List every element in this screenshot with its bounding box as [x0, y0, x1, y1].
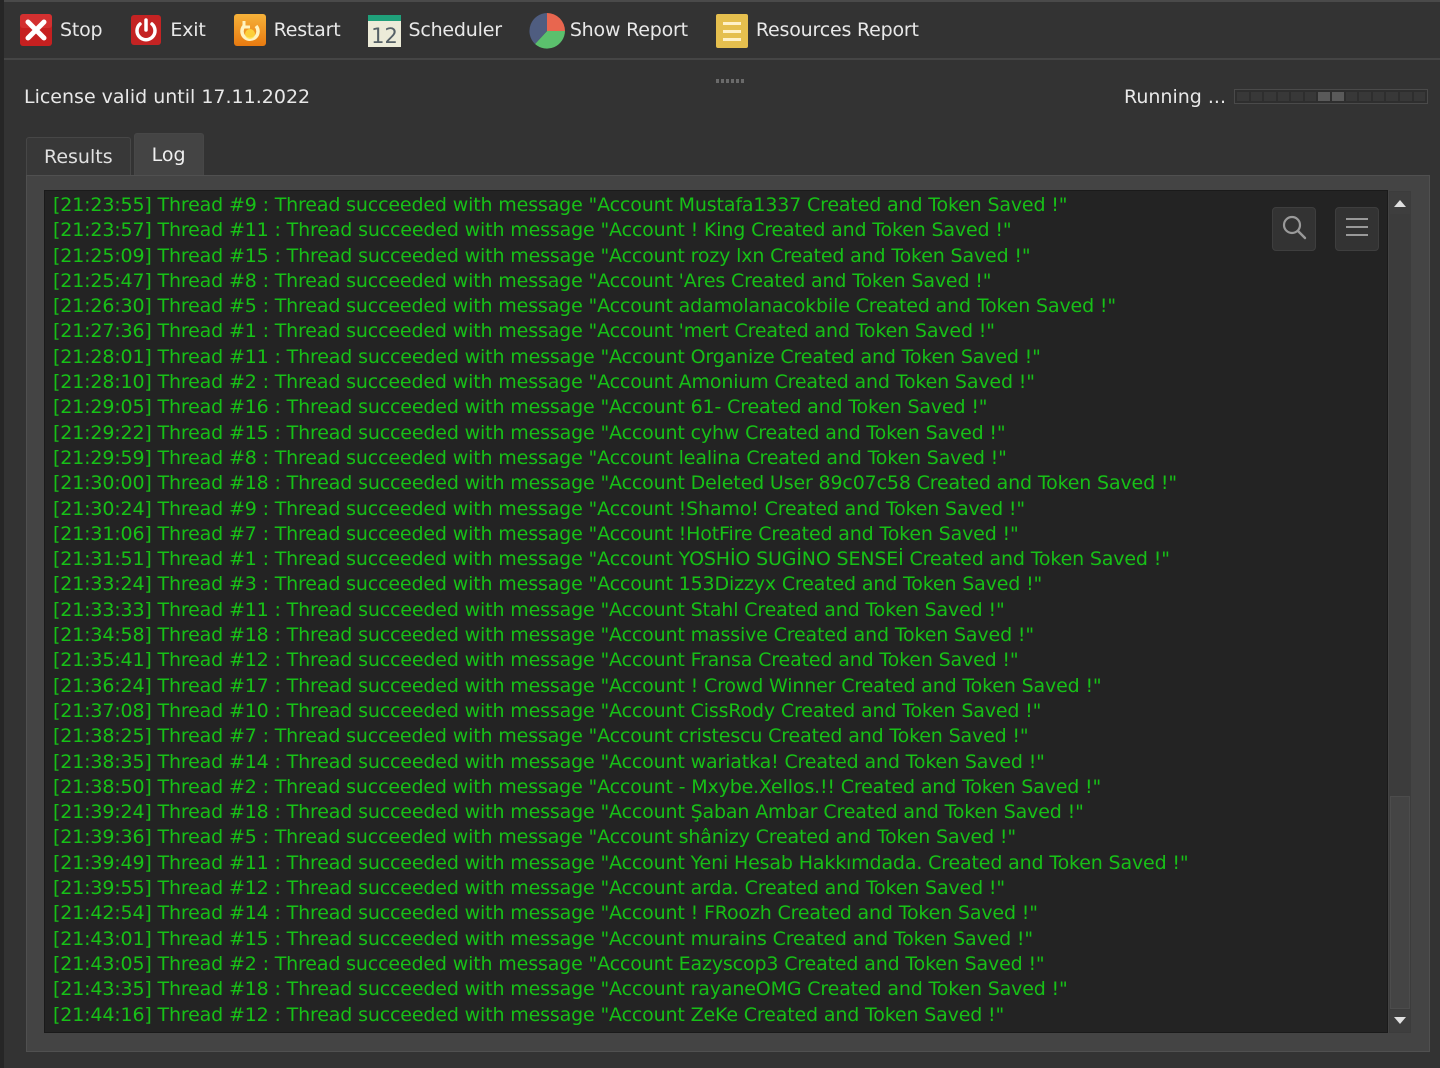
log-line: [21:31:51] Thread #1 : Thread succeeded …	[53, 548, 1170, 571]
app-window: Stop Exit Restart 12 Scheduler Show Repo…	[0, 0, 1440, 1068]
log-line: [21:38:50] Thread #2 : Thread succeeded …	[53, 775, 1102, 798]
hamburger-menu-icon	[1343, 213, 1371, 245]
tab-results[interactable]: Results	[26, 137, 131, 175]
log-line: [21:23:55] Thread #9 : Thread succeeded …	[53, 194, 1068, 216]
restart-label: Restart	[273, 19, 341, 41]
log-line: [21:43:01] Thread #15 : Thread succeeded…	[53, 927, 1033, 950]
log-line: [21:39:36] Thread #5 : Thread succeeded …	[53, 826, 1016, 849]
log-line: [21:35:41] Thread #12 : Thread succeeded…	[53, 649, 1019, 672]
search-icon	[1280, 213, 1308, 245]
log-search-button[interactable]	[1272, 207, 1316, 251]
log-line: [21:28:10] Thread #2 : Thread succeeded …	[53, 371, 1035, 394]
scroll-down-button[interactable]	[1390, 1010, 1410, 1032]
tab-log[interactable]: Log	[133, 133, 204, 175]
progress-segment	[1264, 92, 1276, 101]
log-line: [21:25:47] Thread #8 : Thread succeeded …	[53, 269, 992, 292]
progress-segment	[1386, 92, 1398, 101]
log-line: [21:43:35] Thread #18 : Thread succeeded…	[53, 978, 1068, 1001]
progress-segment	[1332, 92, 1344, 101]
stop-label: Stop	[60, 19, 103, 41]
scheduler-label: Scheduler	[408, 19, 502, 41]
log-line: [21:43:05] Thread #2 : Thread succeeded …	[53, 952, 1045, 975]
progress-segment	[1359, 92, 1371, 101]
activity-progress-bar	[1234, 89, 1428, 104]
log-line: [21:39:49] Thread #11 : Thread succeeded…	[53, 851, 1189, 874]
progress-segment	[1413, 92, 1426, 101]
log-line: [21:34:58] Thread #18 : Thread succeeded…	[53, 624, 1034, 647]
log-line: [21:28:01] Thread #11 : Thread succeeded…	[53, 345, 1041, 368]
log-line: [21:37:08] Thread #10 : Thread succeeded…	[53, 699, 1042, 722]
log-line: [21:44:16] Thread #12 : Thread succeeded…	[53, 1003, 1005, 1026]
progress-segment	[1399, 92, 1412, 101]
power-icon	[128, 12, 164, 48]
log-line: [21:23:57] Thread #11 : Thread succeeded…	[53, 219, 1012, 242]
license-status: License valid until 17.11.2022	[24, 86, 311, 108]
scroll-thumb[interactable]	[1390, 796, 1410, 1009]
scheduler-button[interactable]: 12 Scheduler	[366, 12, 502, 48]
splitter-grip[interactable]	[716, 79, 744, 83]
arrow-up-icon	[1394, 200, 1406, 207]
scroll-up-button[interactable]	[1390, 192, 1410, 214]
log-line: [21:30:00] Thread #18 : Thread succeeded…	[53, 472, 1177, 495]
log-line: [21:39:24] Thread #18 : Thread succeeded…	[53, 801, 1084, 824]
log-line: [21:39:55] Thread #12 : Thread succeeded…	[53, 877, 1005, 900]
log-line: [21:36:24] Thread #17 : Thread succeeded…	[53, 674, 1102, 697]
log-lines: [21:23:55] Thread #9 : Thread succeeded …	[53, 193, 1387, 1028]
log-line: [21:26:30] Thread #5 : Thread succeeded …	[53, 295, 1116, 318]
list-doc-icon	[714, 12, 750, 48]
progress-segment	[1250, 92, 1263, 101]
arrow-down-icon	[1394, 1017, 1406, 1024]
log-line: [21:27:36] Thread #1 : Thread succeeded …	[53, 320, 995, 343]
progress-segment	[1318, 92, 1331, 101]
tab-bar: Results Log	[26, 133, 207, 175]
progress-segment	[1372, 92, 1385, 101]
log-line: [21:29:22] Thread #15 : Thread succeeded…	[53, 421, 1006, 444]
resources-report-button[interactable]: Resources Report	[714, 12, 919, 48]
log-line: [21:29:59] Thread #8 : Thread succeeded …	[53, 446, 1007, 469]
log-line: [21:33:24] Thread #3 : Thread succeeded …	[53, 573, 1043, 596]
svg-text:12: 12	[372, 24, 399, 48]
log-line: [21:25:09] Thread #15 : Thread succeeded…	[53, 244, 1031, 267]
log-line: [21:33:33] Thread #11 : Thread succeeded…	[53, 598, 1005, 621]
log-line: [21:38:35] Thread #14 : Thread succeeded…	[53, 750, 1045, 773]
log-view[interactable]: [21:23:55] Thread #9 : Thread succeeded …	[44, 190, 1388, 1033]
log-line: [21:38:25] Thread #7 : Thread succeeded …	[53, 725, 1029, 748]
restart-button[interactable]: Restart	[232, 12, 341, 48]
show-report-button[interactable]: Show Report	[528, 12, 688, 49]
resources-report-label: Resources Report	[755, 19, 919, 41]
log-line: [21:30:24] Thread #9 : Thread succeeded …	[53, 497, 1025, 520]
pie-chart-icon	[528, 12, 565, 49]
progress-segment	[1291, 92, 1303, 101]
log-line: [21:42:54] Thread #14 : Thread succeeded…	[53, 902, 1038, 925]
log-line: [21:29:05] Thread #16 : Thread succeeded…	[53, 396, 988, 419]
progress-segment	[1304, 92, 1317, 101]
show-report-label: Show Report	[569, 19, 688, 41]
progress-segment	[1237, 92, 1249, 101]
log-line: [21:31:06] Thread #7 : Thread succeeded …	[53, 522, 1019, 545]
stop-button[interactable]: Stop	[18, 12, 103, 48]
calendar-icon: 12	[366, 12, 402, 48]
log-scrollbar[interactable]	[1389, 191, 1411, 1033]
exit-button[interactable]: Exit	[128, 12, 206, 48]
running-status: Running ...	[1124, 86, 1227, 108]
toolbar: Stop Exit Restart 12 Scheduler Show Repo…	[4, 0, 1440, 60]
progress-segment	[1277, 92, 1290, 101]
log-menu-button[interactable]	[1335, 207, 1379, 251]
stop-x-icon	[18, 12, 54, 48]
restart-icon	[232, 12, 268, 48]
progress-segment	[1345, 92, 1358, 101]
exit-label: Exit	[170, 19, 206, 41]
